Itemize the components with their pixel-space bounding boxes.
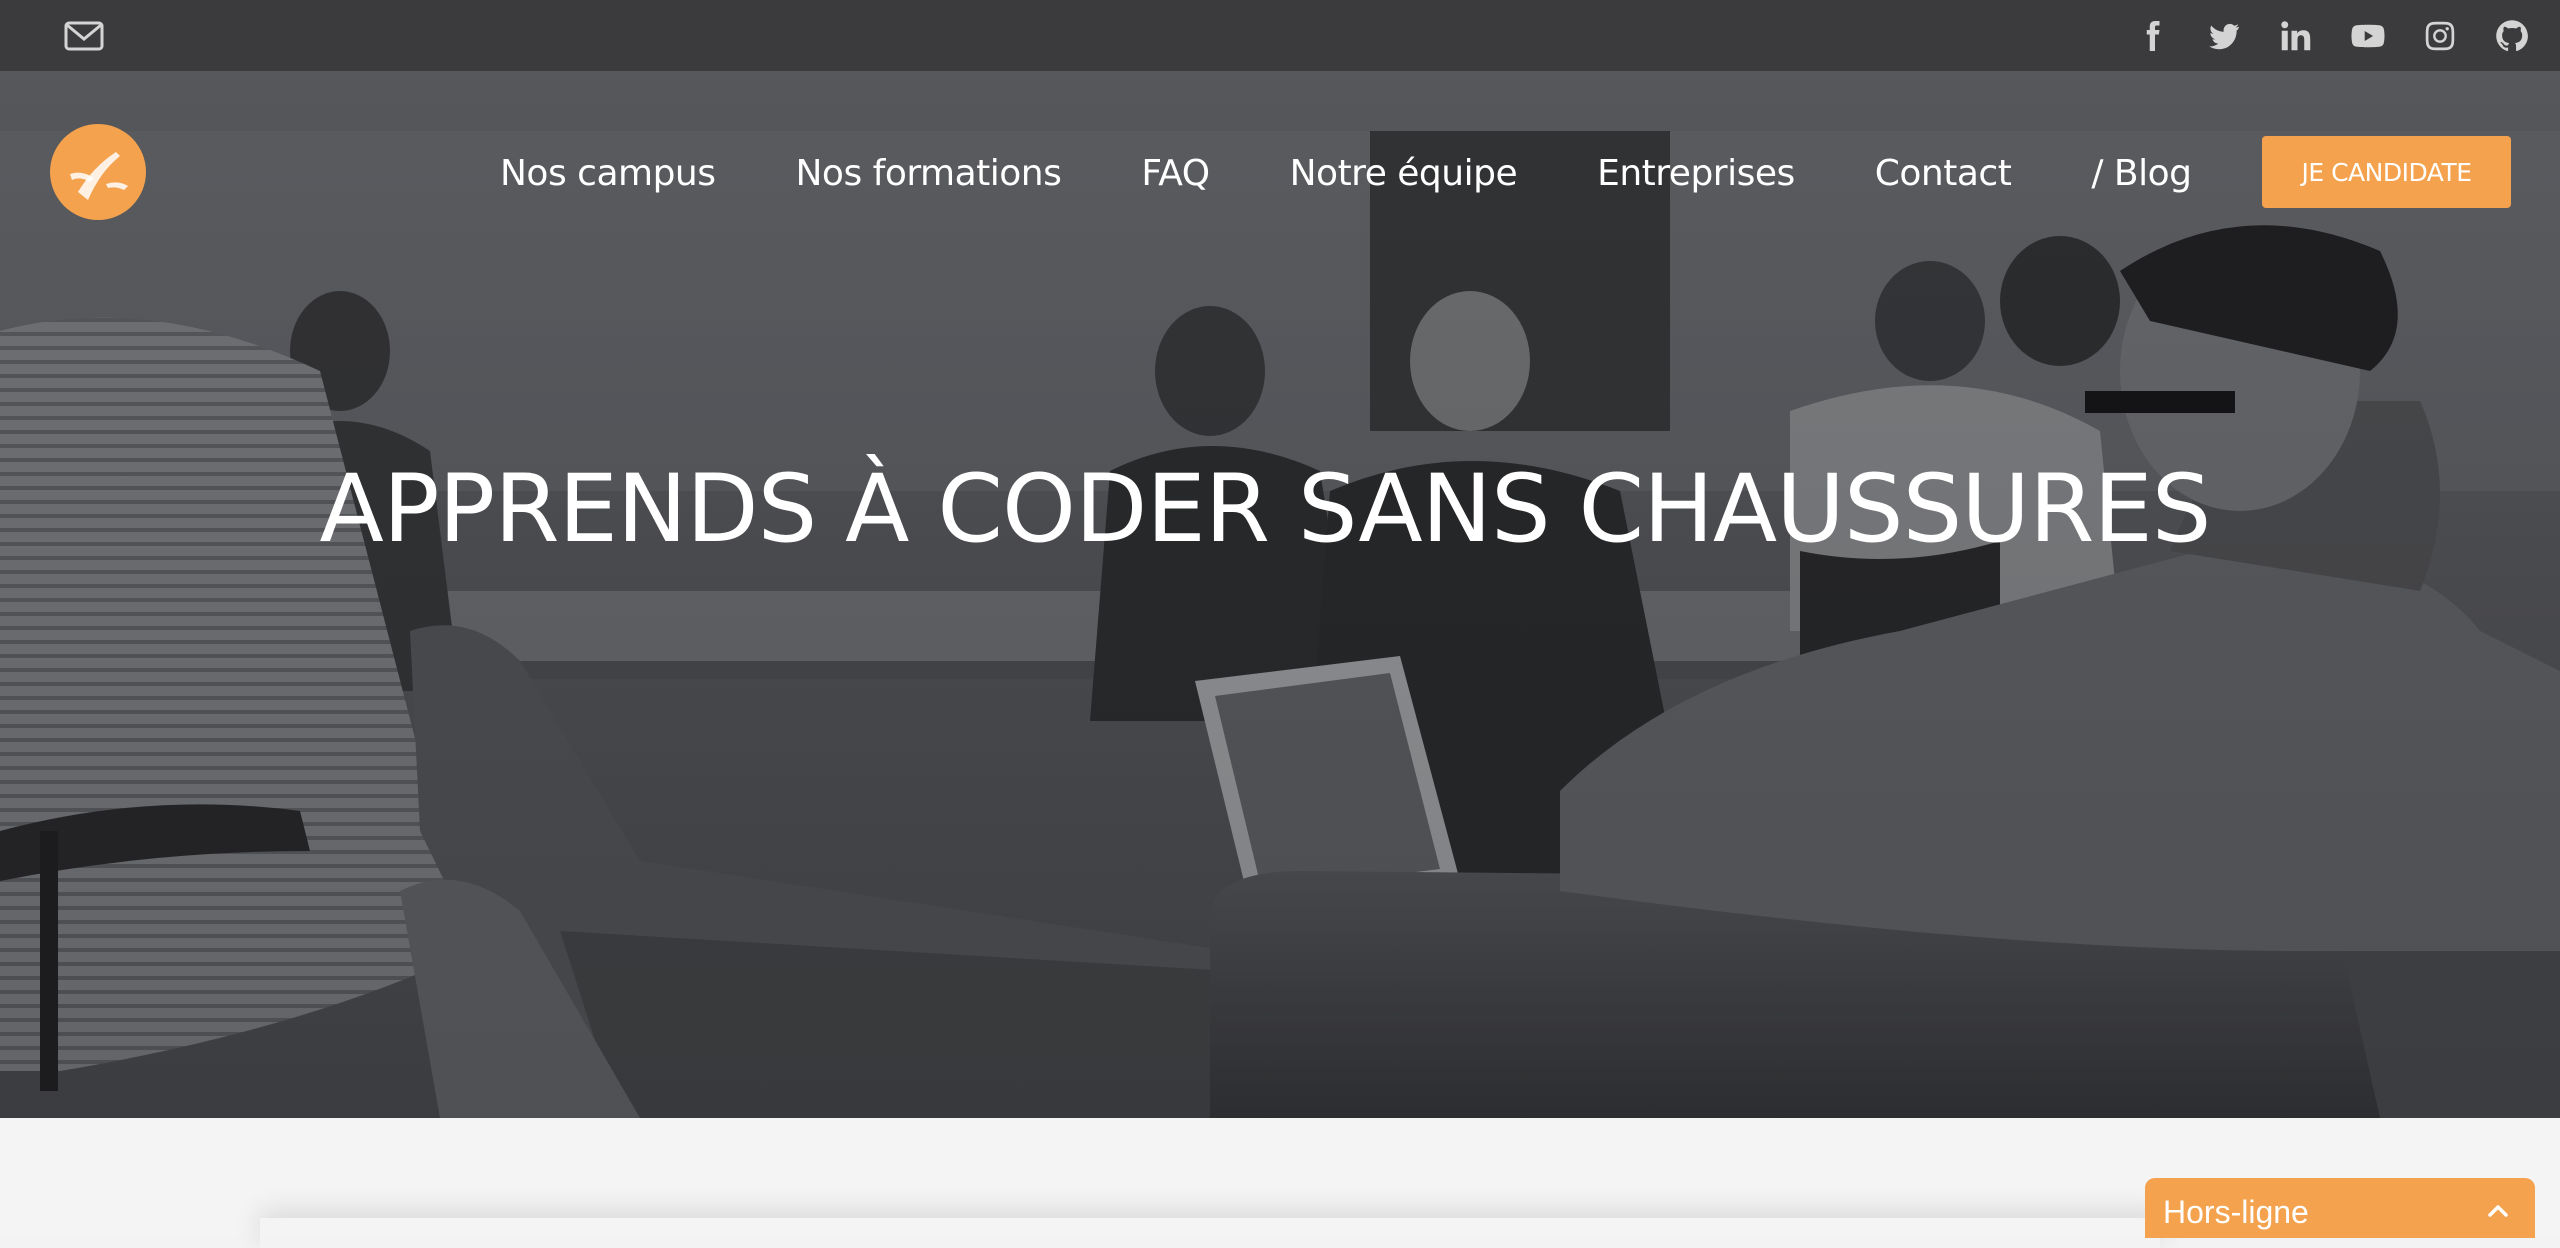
- logo-icon[interactable]: [48, 122, 148, 222]
- nav-formations[interactable]: Nos formations: [796, 153, 1062, 194]
- top-bar: [0, 0, 2560, 71]
- chat-widget[interactable]: Hors-ligne: [2145, 1178, 2535, 1238]
- chat-status-label: Hors-ligne: [2163, 1194, 2309, 1230]
- main-nav: Nos campus Nos formations FAQ Notre équi…: [500, 148, 2192, 198]
- facebook-icon[interactable]: [2128, 12, 2176, 60]
- nav-equipe[interactable]: Notre équipe: [1290, 153, 1518, 194]
- youtube-icon[interactable]: [2344, 12, 2392, 60]
- social-links: [2104, 12, 2536, 60]
- linkedin-icon[interactable]: [2272, 12, 2320, 60]
- hero-image: [0, 71, 2560, 1118]
- chevron-up-icon[interactable]: [2487, 1200, 2509, 1222]
- nav-campus[interactable]: Nos campus: [500, 153, 716, 194]
- apply-button[interactable]: JE CANDIDATE: [2262, 136, 2511, 208]
- nav-faq[interactable]: FAQ: [1141, 153, 1210, 194]
- hero-headline: APPRENDS À CODER SANS CHAUSSURES: [319, 455, 2212, 564]
- content-card: [260, 1218, 2160, 1248]
- envelope-icon[interactable]: [64, 20, 104, 52]
- instagram-icon[interactable]: [2416, 12, 2464, 60]
- nav-blog[interactable]: / Blog: [2091, 153, 2192, 194]
- nav-entreprises[interactable]: Entreprises: [1597, 153, 1795, 194]
- nav-contact[interactable]: Contact: [1875, 153, 2012, 194]
- hero-overlay: [0, 71, 2560, 1118]
- github-icon[interactable]: [2488, 12, 2536, 60]
- twitter-icon[interactable]: [2200, 12, 2248, 60]
